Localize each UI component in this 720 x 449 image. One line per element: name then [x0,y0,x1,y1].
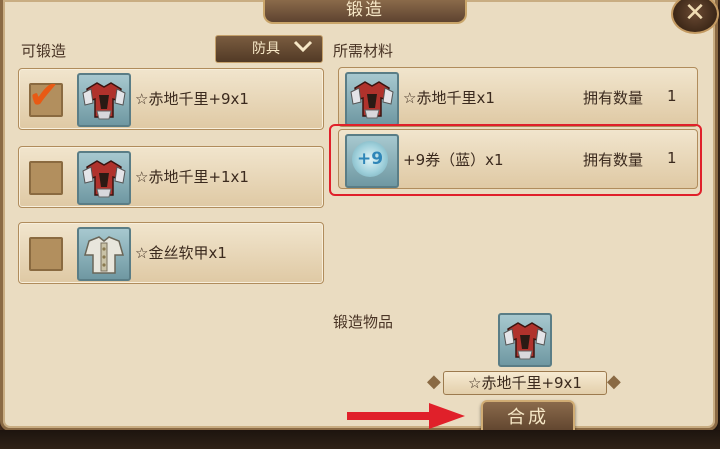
material-row: ☆赤地千里x1 拥有数量 1 [338,67,698,127]
item-checkbox[interactable]: ✔ [28,73,63,117]
craftable-label: 可锻造 [21,42,67,60]
window-title: 锻造 [263,0,467,24]
result-item-name: ☆赤地千里+9x1 [443,371,607,395]
red-armor-icon [345,72,399,126]
dropdown-value: 防具 [252,41,280,57]
item-checkbox[interactable] [29,237,63,271]
owned-quantity-label: 拥有数量 [583,89,644,107]
close-icon: ✕ [684,0,706,28]
item-checkbox[interactable] [29,161,63,195]
checkmark-icon: ✔ [28,73,60,117]
category-dropdown[interactable]: 防具 [215,35,323,63]
material-name: ☆赤地千里x1 [403,89,495,107]
item-name: ☆赤地千里+1x1 [135,168,249,186]
owned-quantity-value: 1 [667,87,677,105]
chevron-down-icon [292,35,314,65]
voucher-badge: +9 [352,141,388,177]
silk-armor-icon [77,227,131,281]
material-row: +9 +9券（蓝）x1 拥有数量 1 [338,129,698,189]
owned-quantity-label: 拥有数量 [583,151,644,169]
forge-window: 锻造 ✕ 可锻造 防具 ✔ ☆赤地千里+9x1 ☆赤地千里+1x1 ☆金丝软甲x… [0,0,719,438]
required-materials-label: 所需材料 [333,42,394,60]
craftable-item[interactable]: ✔ ☆赤地千里+9x1 [18,68,324,130]
item-name: ☆金丝软甲x1 [135,244,227,262]
item-name: ☆赤地千里+9x1 [135,90,249,108]
bottom-menu-strip [0,430,720,449]
close-button[interactable]: ✕ [671,0,719,34]
voucher-icon: +9 [345,134,399,188]
craftable-item[interactable]: ☆赤地千里+1x1 [18,146,324,208]
red-armor-icon [77,73,131,127]
forge-result-label: 锻造物品 [333,313,394,331]
pointer-arrow-icon [347,403,465,429]
owned-quantity-value: 1 [667,149,677,167]
red-armor-icon [77,151,131,205]
craftable-item[interactable]: ☆金丝软甲x1 [18,222,324,284]
material-name: +9券（蓝）x1 [403,151,504,169]
plate-ornament-right: ◆ [607,371,621,392]
red-armor-icon [498,313,552,367]
